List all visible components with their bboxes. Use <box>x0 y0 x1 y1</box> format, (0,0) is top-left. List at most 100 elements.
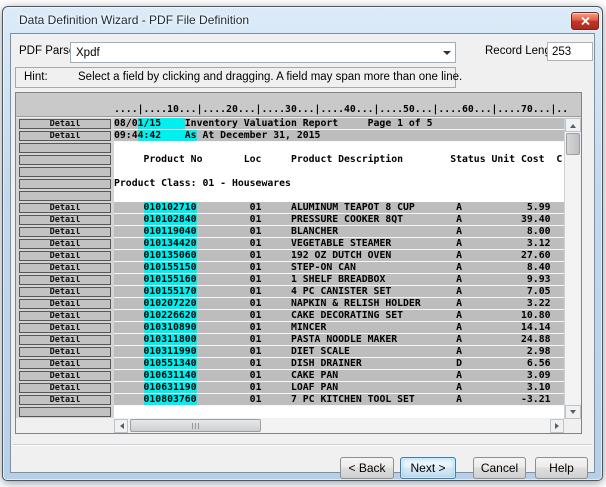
row-label-cell[interactable] <box>19 143 111 153</box>
hint-box: Hint: Select a field by clicking and dra… <box>15 67 456 88</box>
row-label-cell[interactable]: Detail <box>19 359 111 369</box>
report-line[interactable]: 010310890 01 MINCER A 14.14 <box>114 322 564 334</box>
report-line[interactable]: 08/01/15 Inventory Valuation Report Page… <box>114 118 564 130</box>
line-text: Product No Loc Product Description Statu… <box>114 154 562 165</box>
selected-field-highlight: 010803760 <box>144 394 197 405</box>
row-label-cell[interactable]: Detail <box>19 119 111 129</box>
scroll-down-button[interactable] <box>565 405 581 419</box>
report-line[interactable]: 010155160 01 1 SHELF BREADBOX A 9.93 <box>114 274 564 286</box>
horizontal-scroll-thumb[interactable] <box>130 419 261 432</box>
report-line[interactable]: 010102840 01 PRESSURE COOKER 8QT A 39.40 <box>114 214 564 226</box>
report-row: Detail 010551340 01 DISH DRAINER D 6.56 <box>16 358 564 370</box>
line-text: 01 LOAF PAN A 3.10 <box>197 382 551 393</box>
report-row: Detail 010311800 01 PASTA NOODLE MAKER A… <box>16 334 564 346</box>
row-label-cell[interactable]: Detail <box>19 371 111 381</box>
line-text <box>114 346 144 357</box>
row-label-cell[interactable]: Detail <box>19 287 111 297</box>
row-label-cell[interactable]: Detail <box>19 347 111 357</box>
arrow-up-icon <box>570 121 576 128</box>
horizontal-scrollbar[interactable] <box>114 419 564 433</box>
help-button[interactable]: Help <box>535 457 588 479</box>
row-label-cell[interactable]: Detail <box>19 275 111 285</box>
report-line[interactable]: 010311990 01 DIET SCALE A 2.98 <box>114 346 564 358</box>
selected-field-highlight: 010311800 <box>144 334 197 345</box>
report-line[interactable] <box>114 406 564 418</box>
report-line[interactable]: 010119040 01 BLANCHER A 8.00 <box>114 226 564 238</box>
report-line[interactable]: 010134420 01 VEGETABLE STEAMER A 3.12 <box>114 238 564 250</box>
report-line[interactable]: 010551340 01 DISH DRAINER D 6.56 <box>114 358 564 370</box>
line-text: 01 PRESSURE COOKER 8QT A 39.40 <box>197 214 551 225</box>
title-bar[interactable]: Data Definition Wizard - PDF File Defini… <box>3 7 602 33</box>
row-label-cell[interactable]: Detail <box>19 311 111 321</box>
vertical-scroll-thumb[interactable] <box>566 133 580 155</box>
report-line[interactable]: 010803760 01 7 PC KITCHEN TOOL SET A -3.… <box>114 394 564 406</box>
report-line[interactable]: 010207220 01 NAPKIN & RELISH HOLDER A 3.… <box>114 298 564 310</box>
report-line[interactable]: 010311800 01 PASTA NOODLE MAKER A 24.88 <box>114 334 564 346</box>
report-line[interactable]: 010155170 01 4 PC CANISTER SET A 7.05 <box>114 286 564 298</box>
selected-field-highlight: 010135060 <box>144 250 197 261</box>
line-text <box>114 226 144 237</box>
back-button[interactable]: < Back <box>340 457 394 479</box>
pdf-parser-combobox[interactable]: Xpdf <box>70 42 456 63</box>
line-text <box>114 322 144 333</box>
row-label-cell[interactable]: Detail <box>19 395 111 405</box>
report-line[interactable]: 010102710 01 ALUMINUM TEAPOT 8 CUP A 5.9… <box>114 202 564 214</box>
scroll-right-button[interactable] <box>550 419 564 433</box>
line-text <box>114 262 144 273</box>
chevron-down-icon[interactable] <box>439 47 455 59</box>
row-label-cell[interactable] <box>19 179 111 189</box>
report-row: Detail 010102840 01 PRESSURE COOKER 8QT … <box>16 214 564 226</box>
row-label-cell[interactable]: Detail <box>19 335 111 345</box>
row-label-cell[interactable]: Detail <box>19 203 111 213</box>
row-label-cell[interactable]: Detail <box>19 251 111 261</box>
line-text <box>114 310 144 321</box>
report-row: Detail 010134420 01 VEGETABLE STEAMER A … <box>16 238 564 250</box>
close-button[interactable] <box>571 12 599 30</box>
line-text: 01 STEP-ON CAN A 8.40 <box>197 262 551 273</box>
report-line[interactable] <box>114 190 564 202</box>
scroll-left-button[interactable] <box>114 419 128 433</box>
selected-field-highlight: 010102710 <box>144 202 197 213</box>
dialog-window: Data Definition Wizard - PDF File Defini… <box>2 6 603 481</box>
row-label-cell[interactable] <box>19 167 111 177</box>
row-label-cell[interactable] <box>19 155 111 165</box>
report-line[interactable]: 010226620 01 CAKE DECORATING SET A 10.80 <box>114 310 564 322</box>
line-text <box>114 202 144 213</box>
report-line[interactable] <box>114 166 564 178</box>
row-label-cell[interactable]: Detail <box>19 299 111 309</box>
scroll-up-button[interactable] <box>565 118 581 132</box>
row-label-cell[interactable]: Detail <box>19 215 111 225</box>
report-line[interactable] <box>114 142 564 154</box>
line-text <box>114 250 144 261</box>
selected-field-highlight: 010102840 <box>144 214 197 225</box>
row-label-cell[interactable] <box>19 407 111 417</box>
report-line[interactable]: Product Class: 01 - Housewares <box>114 178 564 190</box>
line-text: 08/0 <box>114 118 138 129</box>
report-grid: ....|....10...|....20...|....30...|....4… <box>15 92 582 434</box>
line-text: 01 1 SHELF BREADBOX A 9.93 <box>197 274 551 285</box>
report-line[interactable]: 010631140 01 CAKE PAN A 3.09 <box>114 370 564 382</box>
pdf-parser-value: Xpdf <box>71 47 439 59</box>
row-label-cell[interactable]: Detail <box>19 323 111 333</box>
row-label-cell[interactable]: Detail <box>19 263 111 273</box>
report-line[interactable]: 010631190 01 LOAF PAN A 3.10 <box>114 382 564 394</box>
row-label-cell[interactable]: Detail <box>19 239 111 249</box>
row-label-cell[interactable]: Detail <box>19 227 111 237</box>
row-label-cell[interactable] <box>19 191 111 201</box>
report-line[interactable]: 09:44:42 As At December 31, 2015 <box>114 130 564 142</box>
hint-label: Hint: <box>24 71 48 83</box>
line-text <box>114 214 144 225</box>
row-label-cell[interactable]: Detail <box>19 383 111 393</box>
line-text: 09:4 <box>114 130 138 141</box>
report-line[interactable]: 010135060 01 192 OZ DUTCH OVEN A 27.60 <box>114 250 564 262</box>
record-length-input[interactable] <box>547 42 593 61</box>
ruler-band: ....|....10...|....20...|....30...|....4… <box>16 93 581 117</box>
next-button[interactable]: Next > <box>400 457 456 479</box>
vertical-scrollbar[interactable] <box>564 118 580 419</box>
line-text: 01 7 PC KITCHEN TOOL SET A -3.21 <box>197 394 551 405</box>
report-line[interactable]: 010155150 01 STEP-ON CAN A 8.40 <box>114 262 564 274</box>
cancel-button[interactable]: Cancel <box>473 457 526 479</box>
line-text: 01 BLANCHER A 8.00 <box>197 226 551 237</box>
row-label-cell[interactable]: Detail <box>19 131 111 141</box>
report-line[interactable]: Product No Loc Product Description Statu… <box>114 154 564 166</box>
